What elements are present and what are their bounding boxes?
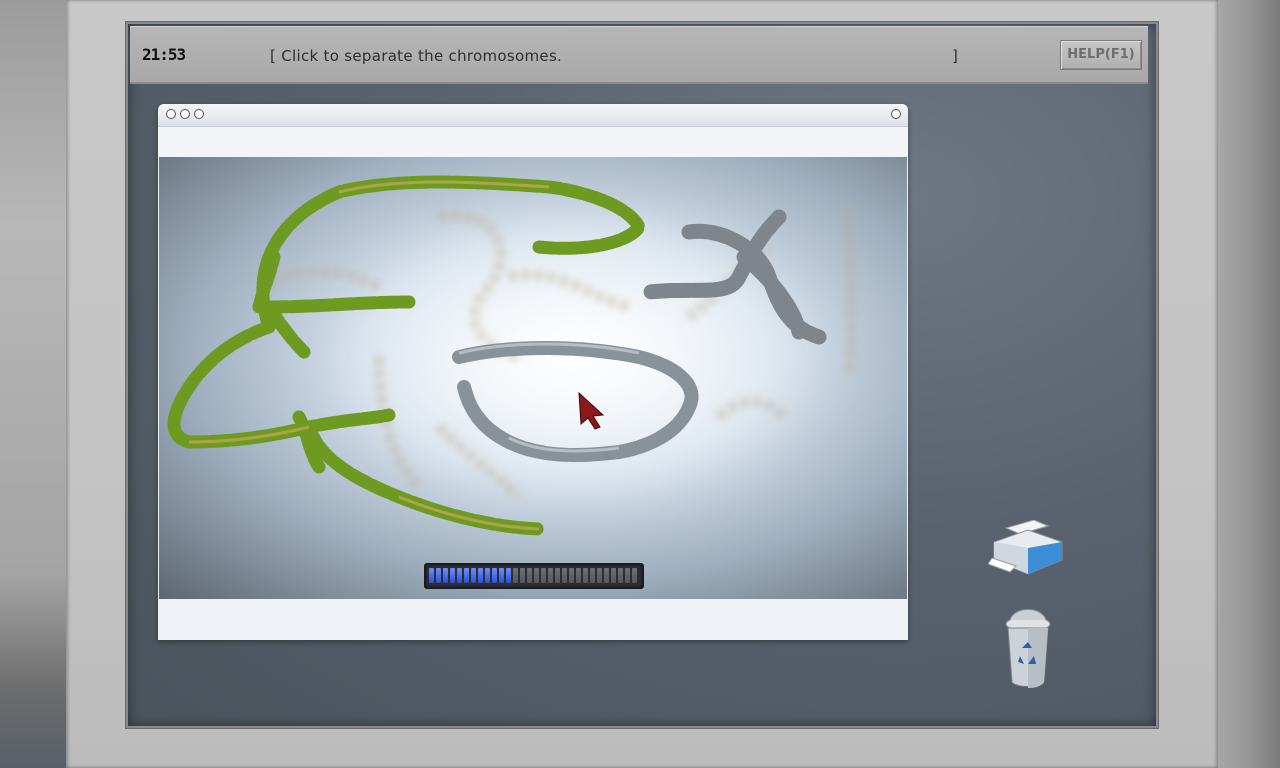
progress-segment <box>541 568 546 583</box>
progress-segment <box>576 568 581 583</box>
chromosome-viewport[interactable] <box>159 157 907 599</box>
progress-segment <box>478 568 483 583</box>
microscope-window <box>158 104 908 640</box>
window-footer <box>158 599 908 640</box>
progress-segment <box>618 568 623 583</box>
instruction-open-bracket: [ <box>270 47 282 65</box>
recycle-bin-icon[interactable] <box>1000 604 1056 690</box>
progress-segment <box>548 568 553 583</box>
window-titlebar[interactable] <box>158 104 908 127</box>
progress-segment <box>464 568 469 583</box>
background-room-left <box>0 0 66 768</box>
window-maximize-button[interactable] <box>194 109 204 119</box>
status-bar: 21:53 [ Click to separate the chromosome… <box>130 26 1148 84</box>
background-room-right <box>1218 0 1280 768</box>
progress-segment <box>520 568 525 583</box>
progress-segment <box>506 568 511 583</box>
window-close-button[interactable] <box>166 109 176 119</box>
progress-segment <box>527 568 532 583</box>
window-toolbar <box>158 127 908 157</box>
progress-segment <box>611 568 616 583</box>
progress-segment <box>555 568 560 583</box>
progress-segment <box>583 568 588 583</box>
help-button[interactable]: HELP(F1) <box>1060 40 1142 70</box>
clock: 21:53 <box>142 45 186 64</box>
chromosome-scene[interactable] <box>159 157 907 599</box>
progress-segment <box>625 568 630 583</box>
progress-segment <box>597 568 602 583</box>
progress-segment <box>443 568 448 583</box>
separation-progress-bar <box>424 563 644 589</box>
window-minimize-button[interactable] <box>180 109 190 119</box>
progress-segment <box>562 568 567 583</box>
progress-segment <box>632 568 637 583</box>
progress-segment <box>499 568 504 583</box>
progress-segment <box>429 568 434 583</box>
window-option-button[interactable] <box>891 109 901 119</box>
instruction-text: [ Click to separate the chromosomes. <box>270 47 562 65</box>
progress-segment <box>450 568 455 583</box>
progress-segment <box>604 568 609 583</box>
progress-segment <box>485 568 490 583</box>
instruction-close-bracket: ] <box>952 47 958 65</box>
progress-segment <box>569 568 574 583</box>
progress-segment <box>534 568 539 583</box>
instruction-message: Click to separate the chromosomes. <box>281 47 563 65</box>
progress-segment <box>590 568 595 583</box>
progress-segment <box>492 568 497 583</box>
progress-segment <box>513 568 518 583</box>
progress-segment <box>471 568 476 583</box>
monitor-screen: 21:53 [ Click to separate the chromosome… <box>126 22 1158 728</box>
progress-segment <box>436 568 441 583</box>
progress-segment <box>457 568 462 583</box>
printer-icon[interactable] <box>987 519 1068 578</box>
